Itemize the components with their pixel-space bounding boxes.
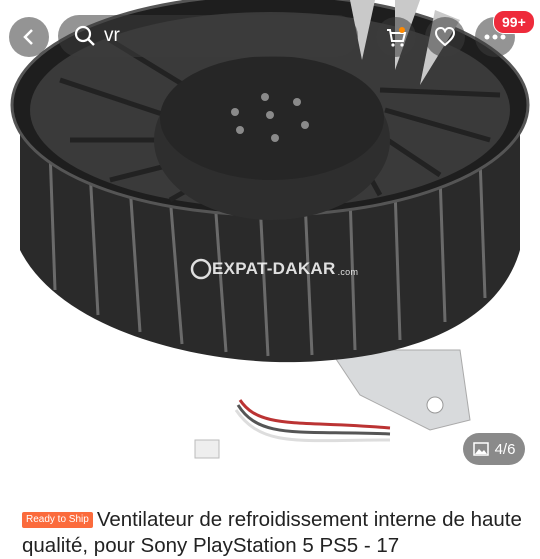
ready-to-ship-tag: Ready to Ship <box>22 512 93 528</box>
image-counter[interactable]: 4/6 <box>463 433 525 465</box>
product-title: Ventilateur de refroidissement interne d… <box>22 508 522 557</box>
heart-icon <box>434 26 456 47</box>
search-query: vr <box>104 25 120 46</box>
back-button[interactable] <box>9 17 49 57</box>
search-input[interactable]: vr <box>58 15 358 57</box>
back-arrow-icon <box>23 29 33 45</box>
cart-button[interactable] <box>376 17 416 57</box>
more-icon <box>484 34 506 40</box>
notification-badge: 99+ <box>493 10 535 34</box>
top-bar: vr 99+ <box>0 0 540 78</box>
watermark: EXPAT-DAKAR .com <box>190 258 358 280</box>
watermark-logo-icon <box>190 258 212 280</box>
product-title-block: Ready to Ship Ventilateur de refroidissem… <box>22 507 532 559</box>
favorite-button[interactable] <box>425 17 465 57</box>
image-icon <box>472 442 489 456</box>
search-icon <box>74 25 95 46</box>
watermark-suffix: .com <box>337 266 359 277</box>
watermark-text: EXPAT-DAKAR <box>212 259 336 278</box>
image-counter-text: 4/6 <box>494 440 516 458</box>
cart-icon <box>387 27 407 47</box>
